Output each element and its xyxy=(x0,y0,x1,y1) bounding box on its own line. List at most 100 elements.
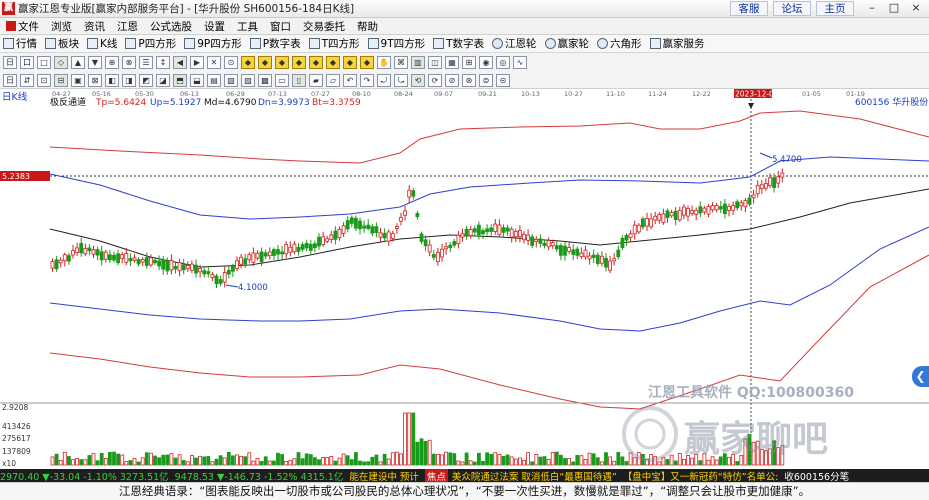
draw-row1-tool-28-icon[interactable]: ◉ xyxy=(479,55,493,69)
news-ticker-1[interactable]: 能在建设中 预计 xyxy=(349,469,419,483)
draw-row2-tool-9-icon[interactable]: ◪ xyxy=(156,73,170,87)
draw-row2-tool-29-icon[interactable]: ⊝ xyxy=(496,73,510,87)
draw-row2-tool-3-icon[interactable]: ⊟ xyxy=(54,73,68,87)
draw-row1-tool-17-icon[interactable]: ◆ xyxy=(292,55,306,69)
draw-row2-tool-18-icon[interactable]: ▰ xyxy=(309,73,323,87)
close-button[interactable]: × xyxy=(905,1,927,16)
draw-row2-tool-2-icon[interactable]: ⊡ xyxy=(37,73,51,87)
news-ticker-3[interactable]: 【盘中宝】又一新冠药“特仿”名单公: xyxy=(623,469,779,483)
draw-row1-tool-1-icon[interactable]: 口 xyxy=(20,55,34,69)
draw-row1-tool-21-icon[interactable]: ◆ xyxy=(360,55,374,69)
winner-wheel-button[interactable]: 赢家轮 xyxy=(544,36,589,51)
p-square-button[interactable]: P四方形 xyxy=(125,36,176,51)
menu-file[interactable]: 文件 xyxy=(0,19,45,34)
p-number-table-button[interactable]: P数字表 xyxy=(249,36,301,51)
t-number-table-button[interactable]: T数字表 xyxy=(433,36,484,51)
9p-square-button[interactable]: 9P四方形 xyxy=(184,36,242,51)
draw-row2-tool-23-icon[interactable]: ⤿ xyxy=(394,73,408,87)
minimize-button[interactable]: – xyxy=(861,1,883,16)
draw-row2-tool-26-icon[interactable]: ⊘ xyxy=(445,73,459,87)
draw-row1-tool-13-icon[interactable]: ⊙ xyxy=(224,55,238,69)
draw-row2-tool-19-icon[interactable]: ▱ xyxy=(326,73,340,87)
draw-row1-tool-29-icon[interactable]: ◎ xyxy=(496,55,510,69)
draw-row1-tool-8-icon[interactable]: ☰ xyxy=(139,55,153,69)
draw-row2-tool-21-icon[interactable]: ↷ xyxy=(360,73,374,87)
draw-row2-tool-24-icon[interactable]: ⟲ xyxy=(411,73,425,87)
draw-row2-tool-27-icon[interactable]: ⊛ xyxy=(462,73,476,87)
draw-row1-tool-3-icon[interactable]: ◇ xyxy=(54,55,68,69)
draw-row2-tool-28-icon[interactable]: ⊜ xyxy=(479,73,493,87)
forum-link[interactable]: 论坛 xyxy=(773,1,811,16)
draw-row1-tool-10-icon[interactable]: ◀ xyxy=(173,55,187,69)
draw-row2-tool-14-icon[interactable]: ▨ xyxy=(241,73,255,87)
draw-row2-tool-0-icon[interactable]: 日 xyxy=(3,73,17,87)
draw-row1-tool-26-icon[interactable]: ▦ xyxy=(445,55,459,69)
draw-row2-tool-25-icon[interactable]: ⟳ xyxy=(428,73,442,87)
draw-row1-tool-4-icon[interactable]: ▲ xyxy=(71,55,85,69)
draw-row1-tool-30-icon[interactable]: ∿ xyxy=(513,55,527,69)
draw-row2-tool-8-icon[interactable]: ◩ xyxy=(139,73,153,87)
draw-row2-tool-1-icon[interactable]: ⇵ xyxy=(20,73,34,87)
menu-gann[interactable]: 江恩 xyxy=(111,19,144,34)
sectors-button[interactable]: 板块 xyxy=(45,36,79,51)
volume-bar xyxy=(71,459,75,466)
menu-browse[interactable]: 浏览 xyxy=(45,19,78,34)
winner-service-button[interactable]: 赢家服务 xyxy=(649,36,705,51)
draw-row2-tool-7-icon[interactable]: ◨ xyxy=(122,73,136,87)
service-link[interactable]: 客服 xyxy=(730,1,768,16)
kline-chart[interactable]: 日K线 04-27 05-16 05-30 06-13 06-29 07-13 07-27 0… xyxy=(0,89,929,469)
draw-row1-tool-14-icon[interactable]: ◆ xyxy=(241,55,255,69)
draw-row1-tool-15-icon[interactable]: ◆ xyxy=(258,55,272,69)
draw-row2-tool-15-icon[interactable]: ▩ xyxy=(258,73,272,87)
volume-bar xyxy=(600,461,604,466)
kline-button[interactable]: K线 xyxy=(87,36,117,51)
draw-row1-tool-5-icon[interactable]: ▼ xyxy=(88,55,102,69)
draw-row2-tool-6-icon[interactable]: ◧ xyxy=(105,73,119,87)
draw-row1-tool-23-icon[interactable]: ⌘ xyxy=(394,55,408,69)
menu-settings[interactable]: 设置 xyxy=(198,19,231,34)
draw-row2-tool-12-icon[interactable]: ▤ xyxy=(207,73,221,87)
draw-row2-tool-5-icon[interactable]: ⊠ xyxy=(88,73,102,87)
side-scroll-button[interactable]: ❮ xyxy=(912,366,929,387)
draw-row1-tool-7-icon[interactable]: ⊗ xyxy=(122,55,136,69)
draw-row2-tool-20-icon[interactable]: ↶ xyxy=(343,73,357,87)
hexagon-button[interactable]: 六角形 xyxy=(597,36,642,51)
kline-chart-area[interactable]: 日K线 04-27 05-16 05-30 06-13 06-29 07-13 07-27 0… xyxy=(0,89,929,469)
draw-row1-tool-12-icon[interactable]: ✕ xyxy=(207,55,221,69)
draw-row1-tool-11-icon[interactable]: ▶ xyxy=(190,55,204,69)
gann-wheel-button[interactable]: 江恩轮 xyxy=(492,36,537,51)
9t-square-button[interactable]: 9T四方形 xyxy=(367,36,425,51)
draw-row2-tool-10-icon[interactable]: ⬒ xyxy=(173,73,187,87)
draw-row1-tool-2-icon[interactable]: □ xyxy=(37,55,51,69)
maximize-button[interactable]: □ xyxy=(883,1,905,16)
draw-row2-tool-4-icon[interactable]: ▣ xyxy=(71,73,85,87)
quotes-button[interactable]: 行情 xyxy=(3,36,37,51)
menu-formula[interactable]: 公式选股 xyxy=(144,19,198,34)
draw-row1-tool-18-icon[interactable]: ◆ xyxy=(309,55,323,69)
draw-row2-tool-16-icon[interactable]: ▭ xyxy=(275,73,289,87)
candle-body xyxy=(280,251,285,255)
menu-window[interactable]: 窗口 xyxy=(264,19,297,34)
draw-row2-tool-11-icon[interactable]: ⬓ xyxy=(190,73,204,87)
news-ticker-2[interactable]: 美众院通过法案 取消低白“最惠国待遇” xyxy=(452,469,617,483)
draw-row1-tool-22-icon[interactable]: ✋ xyxy=(377,55,391,69)
draw-row1-tool-19-icon[interactable]: ◆ xyxy=(326,55,340,69)
home-link[interactable]: 主页 xyxy=(816,1,854,16)
draw-row2-tool-22-icon[interactable]: ⤾ xyxy=(377,73,391,87)
draw-row1-tool-27-icon[interactable]: ⊞ xyxy=(462,55,476,69)
draw-row1-tool-25-icon[interactable]: ◫ xyxy=(428,55,442,69)
menu-news[interactable]: 资讯 xyxy=(78,19,111,34)
draw-row1-tool-6-icon[interactable]: ⊕ xyxy=(105,55,119,69)
draw-row1-tool-16-icon[interactable]: ◆ xyxy=(275,55,289,69)
draw-row2-tool-13-icon[interactable]: ▧ xyxy=(224,73,238,87)
draw-row1-tool-9-icon[interactable]: ↕ xyxy=(156,55,170,69)
draw-row1-tool-24-icon[interactable]: ▥ xyxy=(411,55,425,69)
menu-help[interactable]: 帮助 xyxy=(351,19,384,34)
draw-row1-tool-0-icon[interactable]: 日 xyxy=(3,55,17,69)
t-square-button[interactable]: T四方形 xyxy=(308,36,360,51)
draw-row2-tool-17-icon[interactable]: ▯ xyxy=(292,73,306,87)
draw-row1-tool-20-icon[interactable]: ◆ xyxy=(343,55,357,69)
menu-tools[interactable]: 工具 xyxy=(231,19,264,34)
menu-trade[interactable]: 交易委托 xyxy=(297,19,351,34)
candle-body xyxy=(661,213,666,223)
